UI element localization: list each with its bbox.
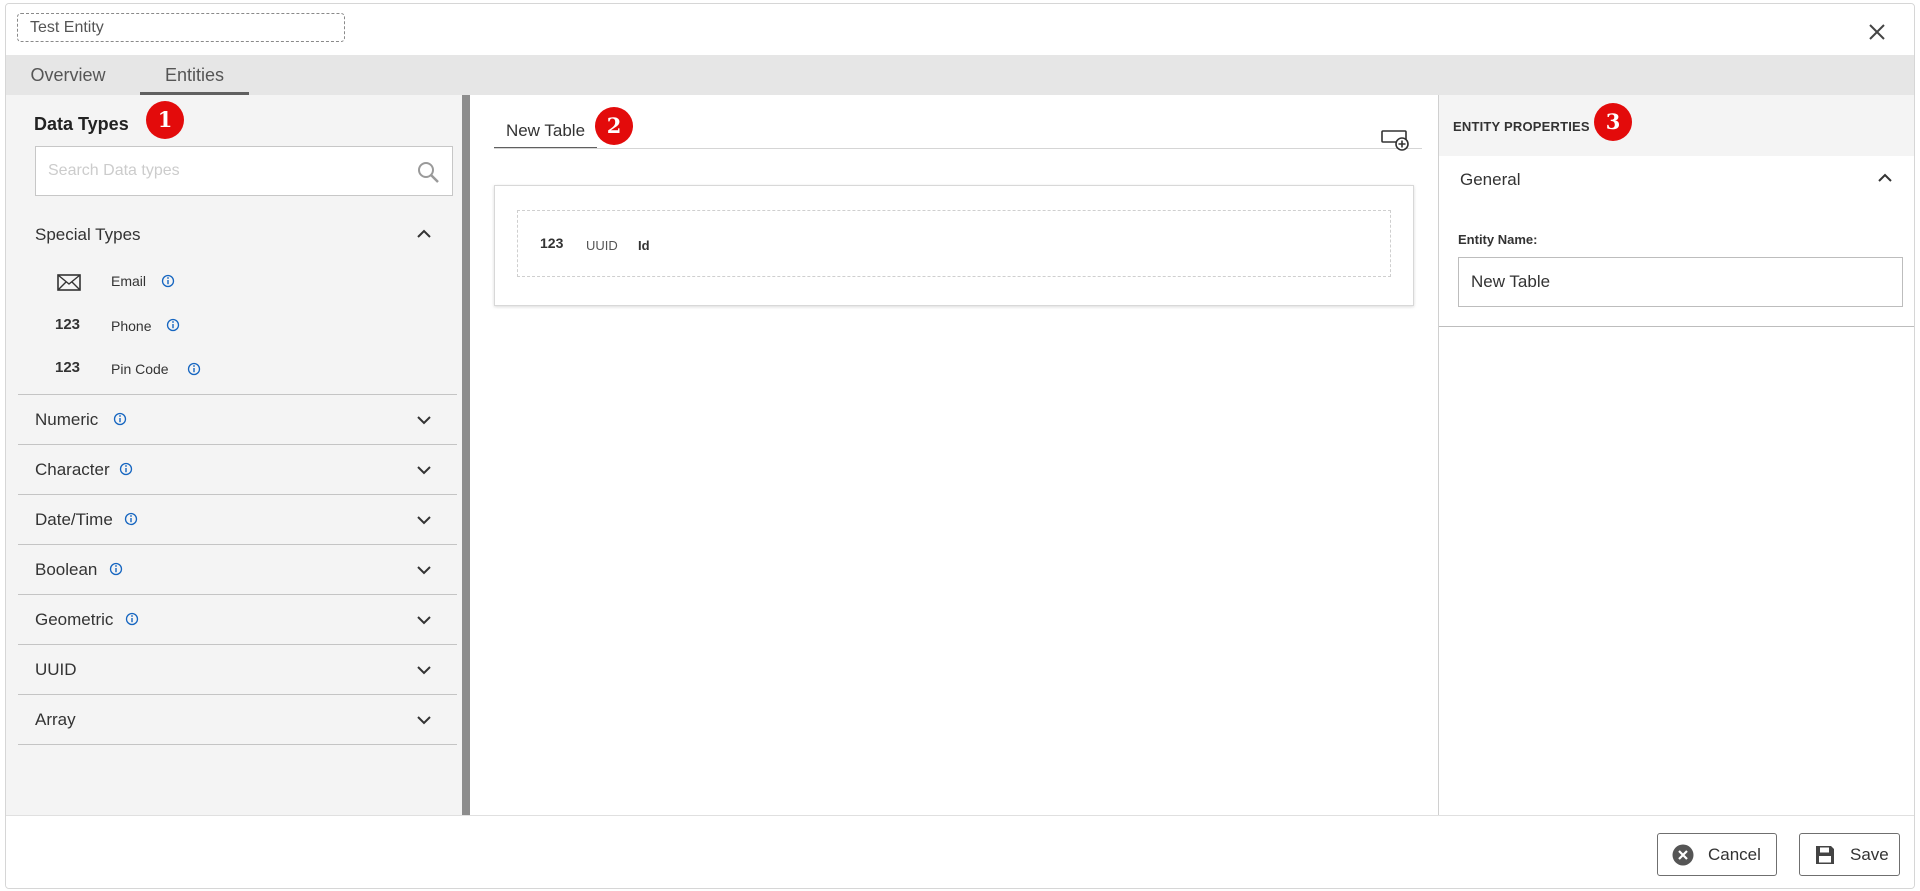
tab-bar: Overview Entities: [6, 55, 1914, 95]
entity-card: 123 UUID Id: [494, 185, 1414, 306]
entity-canvas: New Table 2 123 UUID Id: [470, 95, 1438, 815]
info-icon[interactable]: [119, 462, 133, 476]
category-character[interactable]: Character: [18, 444, 457, 494]
info-icon[interactable]: [125, 612, 139, 626]
section-label: General: [1460, 170, 1521, 189]
chevron-down-icon[interactable]: [416, 662, 432, 678]
divider: [18, 744, 457, 745]
entity-title-field[interactable]: Test Entity: [17, 13, 345, 42]
entity-properties-panel: ENTITY PROPERTIES 3 General Entity Name:: [1438, 95, 1914, 815]
panel-title: Data Types: [34, 114, 129, 134]
chevron-up-icon[interactable]: [416, 226, 432, 242]
category-label: Geometric: [35, 610, 114, 629]
properties-header: ENTITY PROPERTIES 3: [1439, 95, 1914, 156]
divider: [494, 148, 1422, 149]
category-date-time[interactable]: Date/Time: [18, 494, 457, 544]
save-button[interactable]: Save: [1799, 833, 1900, 876]
data-type-email[interactable]: Email: [6, 267, 456, 297]
category-label: Boolean: [35, 560, 98, 579]
info-icon[interactable]: [187, 362, 201, 376]
number-icon: 123: [55, 316, 81, 333]
info-icon[interactable]: [124, 512, 138, 526]
chevron-up-icon[interactable]: [1877, 170, 1893, 186]
info-icon[interactable]: [113, 412, 127, 426]
data-type-pin-code[interactable]: 123 Pin Code: [6, 355, 456, 385]
search-box: [35, 146, 453, 196]
search-icon[interactable]: [416, 160, 440, 184]
data-types-panel: Data Types 1 Special Types Email: [6, 95, 462, 815]
info-icon[interactable]: [166, 318, 180, 332]
divider: [1439, 326, 1914, 327]
category-boolean[interactable]: Boolean: [18, 544, 457, 594]
step-badge-1: 1: [146, 101, 184, 139]
category-uuid[interactable]: UUID: [18, 644, 457, 694]
panel-splitter[interactable]: [462, 95, 470, 815]
category-label: Array: [35, 710, 76, 729]
chevron-down-icon[interactable]: [416, 512, 432, 528]
category-geometric[interactable]: Geometric: [18, 594, 457, 644]
step-badge-2: 2: [595, 107, 633, 145]
number-icon: 123: [55, 359, 81, 376]
dialog-footer: Cancel Save: [6, 815, 1914, 888]
number-icon: 123: [540, 235, 564, 251]
data-type-label: Phone: [111, 318, 152, 334]
special-types-header[interactable]: Special Types: [35, 225, 141, 245]
search-input[interactable]: [36, 147, 406, 195]
entity-name-input[interactable]: [1458, 257, 1903, 307]
entity-name-label: Entity Name:: [1458, 232, 1538, 247]
cancel-icon: [1672, 844, 1694, 866]
chevron-down-icon[interactable]: [416, 462, 432, 478]
category-label: Date/Time: [35, 510, 113, 529]
add-table-icon[interactable]: [1380, 127, 1410, 153]
step-badge-3: 3: [1594, 103, 1632, 141]
tab-overview[interactable]: Overview: [23, 55, 113, 95]
tab-entities[interactable]: Entities: [140, 55, 249, 95]
category-numeric[interactable]: Numeric: [18, 394, 457, 444]
chevron-down-icon[interactable]: [416, 412, 432, 428]
category-label: Character: [35, 460, 110, 479]
info-icon[interactable]: [109, 562, 123, 576]
dialog-titlebar: Test Entity: [6, 4, 1914, 55]
category-label: UUID: [35, 660, 77, 679]
chevron-down-icon[interactable]: [416, 612, 432, 628]
field-name: Id: [638, 238, 650, 253]
info-icon[interactable]: [161, 274, 175, 288]
field-type: UUID: [586, 238, 618, 253]
category-label: Numeric: [35, 410, 99, 429]
entity-field-row[interactable]: 123 UUID Id: [517, 210, 1391, 277]
entity-dialog: Test Entity Overview Entities Data Types…: [5, 3, 1915, 889]
cancel-label: Cancel: [1708, 845, 1761, 864]
data-type-label: Email: [111, 273, 147, 289]
properties-title: ENTITY PROPERTIES: [1453, 119, 1590, 134]
cancel-button[interactable]: Cancel: [1657, 833, 1777, 876]
envelope-icon: [57, 274, 81, 291]
data-type-phone[interactable]: 123 Phone: [6, 312, 456, 342]
save-icon: [1816, 846, 1834, 864]
tab-new-table[interactable]: New Table: [494, 115, 597, 149]
general-section-header[interactable]: General: [1439, 156, 1914, 203]
chevron-down-icon[interactable]: [416, 712, 432, 728]
data-type-label: Pin Code: [111, 361, 169, 377]
save-label: Save: [1850, 845, 1889, 864]
close-icon[interactable]: [1864, 19, 1890, 45]
category-array[interactable]: Array: [18, 694, 457, 744]
chevron-down-icon[interactable]: [416, 562, 432, 578]
